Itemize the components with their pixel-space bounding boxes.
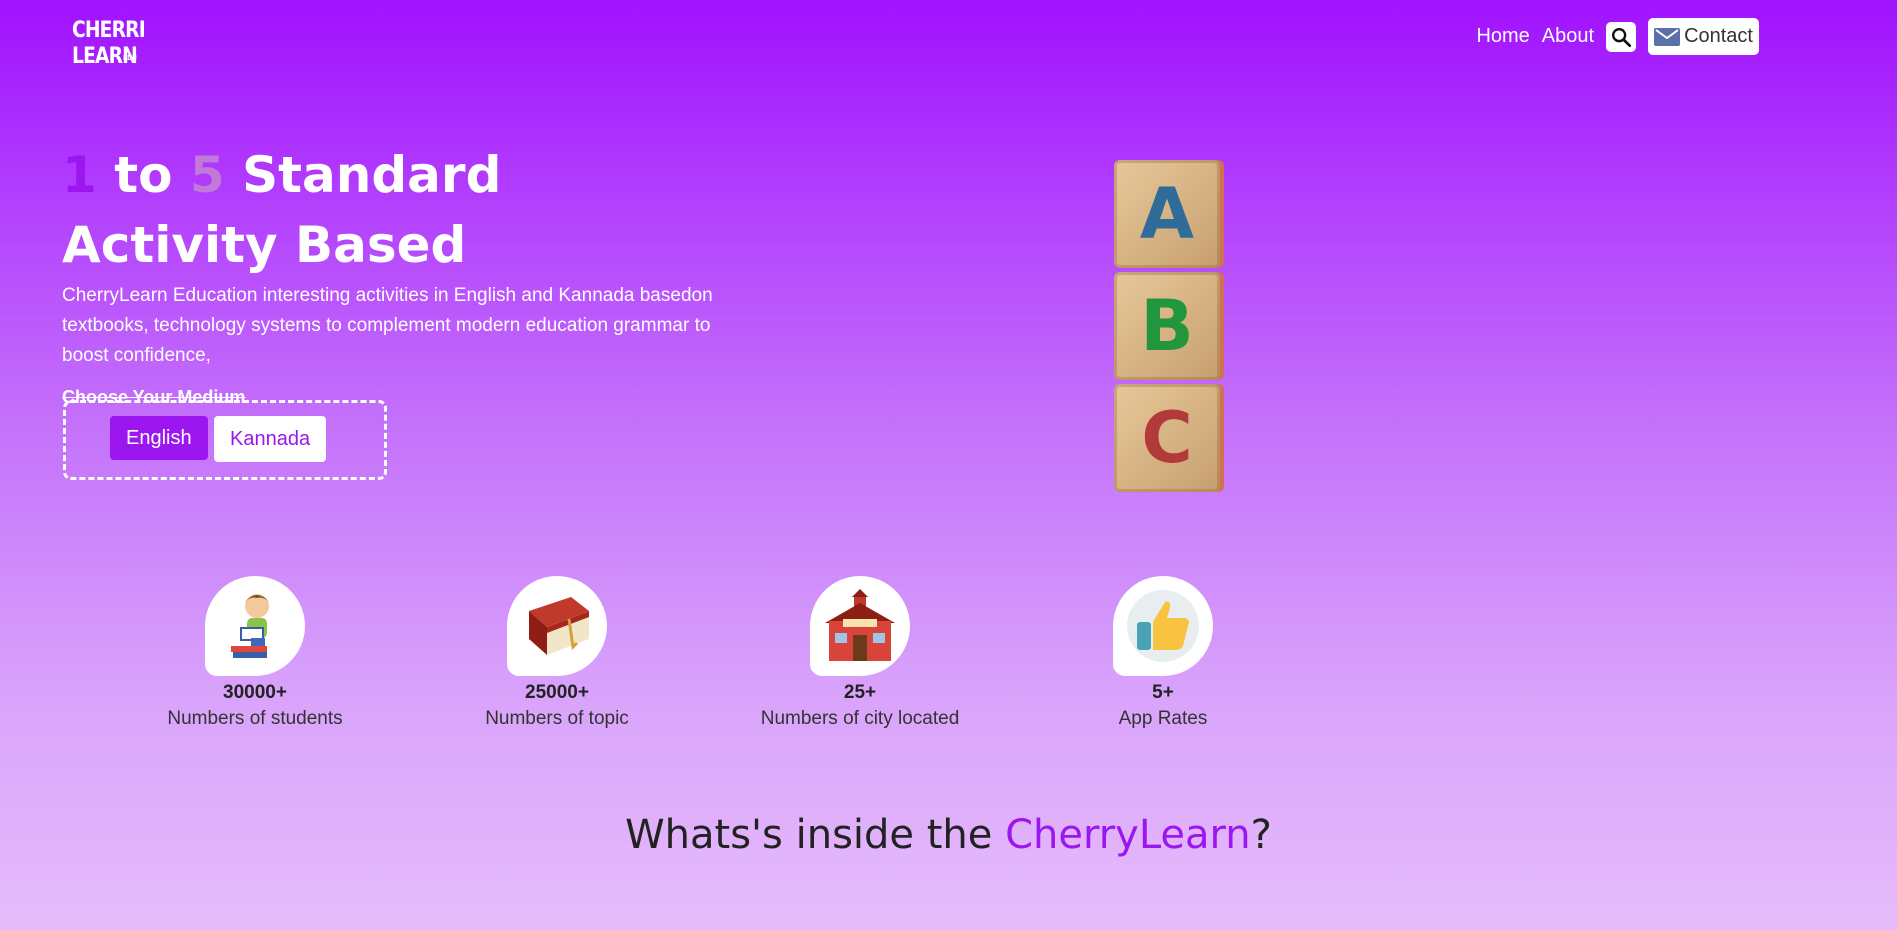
hero-title-num2: 5 — [189, 146, 225, 204]
cherrilearn-logo[interactable]: CHERRI LEARN EDU — [72, 18, 146, 70]
thumbs-up-icon — [1113, 576, 1213, 676]
english-medium-button[interactable]: English — [110, 416, 208, 460]
navbar: CHERRI LEARN EDU Home About Contact — [0, 0, 1897, 90]
hero-title-line2: Activity Based — [62, 216, 467, 274]
hero-title-num1: 1 — [62, 146, 97, 204]
section-title: Whats's inside the CherryLearn? — [0, 812, 1897, 858]
kannada-medium-button[interactable]: Kannada — [214, 416, 327, 462]
section-title-suffix: ? — [1250, 812, 1272, 858]
medium-selector: English Kannada — [63, 400, 387, 480]
stat-topics: 25000+ Numbers of topic — [437, 576, 677, 730]
stat-value: 5+ — [1152, 682, 1174, 703]
contact-label: Contact — [1684, 25, 1753, 47]
stat-value: 30000+ — [223, 682, 287, 703]
logo-line1: CHERRI — [72, 18, 146, 43]
section-title-brand: CherryLearn — [1005, 812, 1251, 858]
hero-title-to: to — [114, 146, 173, 204]
block-b: B — [1114, 272, 1220, 380]
nav-about-link[interactable]: About — [1542, 25, 1594, 48]
stat-value: 25+ — [843, 682, 877, 703]
book-icon — [507, 576, 607, 676]
stat-value: 25000+ — [525, 682, 589, 703]
stat-cities: 25+ Numbers of city located — [740, 576, 980, 730]
search-button[interactable] — [1606, 21, 1637, 52]
nav-links: Home About Contact — [1476, 18, 1759, 55]
block-c: C — [1114, 384, 1220, 492]
stat-label: Numbers of students — [167, 708, 343, 729]
block-a: A — [1114, 160, 1220, 268]
hero-title: 1 to 5 Standard Activity Based — [62, 140, 501, 280]
contact-button[interactable]: Contact — [1648, 18, 1759, 55]
hero-description: CherryLearn Education interesting activi… — [62, 285, 713, 366]
section-title-prefix: Whats's inside the — [625, 812, 1006, 858]
school-icon — [810, 576, 910, 676]
search-icon — [1612, 27, 1632, 47]
logo-small-text: EDU — [123, 54, 137, 62]
abc-blocks-image: A B C — [1110, 160, 1225, 495]
nav-home-link[interactable]: Home — [1476, 25, 1529, 48]
stat-app-rates: 5+ App Rates — [1043, 576, 1283, 730]
mail-icon — [1654, 27, 1681, 46]
stat-students: 30000+ Numbers of students — [135, 576, 375, 730]
stat-label: Numbers of topic — [485, 708, 629, 729]
stat-label: Numbers of city located — [760, 708, 960, 729]
stat-label: App Rates — [1118, 708, 1208, 729]
hero-title-standard: Standard — [242, 146, 502, 204]
student-reading-icon — [205, 576, 305, 676]
